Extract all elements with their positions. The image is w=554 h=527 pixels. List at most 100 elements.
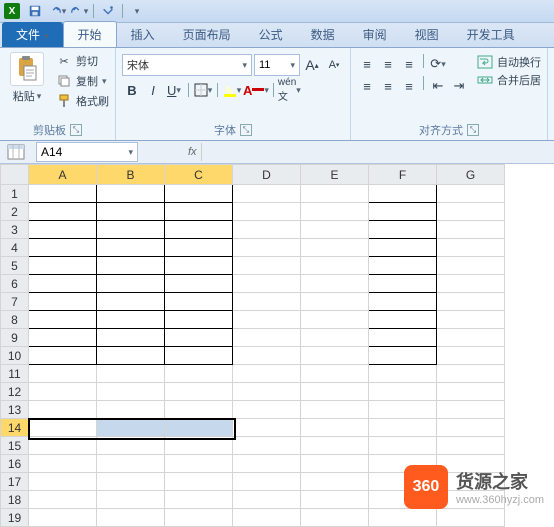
format-painter-button[interactable]: 格式刷	[54, 92, 111, 110]
qat-tool-icon[interactable]	[98, 2, 118, 20]
cell-B16[interactable]	[97, 455, 165, 473]
cell-B1[interactable]	[97, 185, 165, 203]
name-box[interactable]: A14▾	[36, 142, 138, 162]
cell-E14[interactable]	[301, 419, 369, 437]
paste-button[interactable]: 粘贴▾	[4, 50, 50, 106]
row-header-1[interactable]: 1	[1, 185, 29, 203]
cell-C10[interactable]	[165, 347, 233, 365]
cell-E11[interactable]	[301, 365, 369, 383]
cell-B9[interactable]	[97, 329, 165, 347]
cell-D10[interactable]	[233, 347, 301, 365]
cell-F10[interactable]	[369, 347, 437, 365]
cell-G1[interactable]	[437, 185, 505, 203]
cell-A19[interactable]	[29, 509, 97, 527]
cell-D8[interactable]	[233, 311, 301, 329]
align-left-button[interactable]: ≡	[357, 76, 377, 96]
cell-A17[interactable]	[29, 473, 97, 491]
cell-C17[interactable]	[165, 473, 233, 491]
cell-A13[interactable]	[29, 401, 97, 419]
cell-G2[interactable]	[437, 203, 505, 221]
cell-E3[interactable]	[301, 221, 369, 239]
align-bottom-button[interactable]: ≡	[399, 54, 419, 74]
cell-C3[interactable]	[165, 221, 233, 239]
cell-E4[interactable]	[301, 239, 369, 257]
align-launcher[interactable]: ⤡	[467, 124, 479, 136]
row-header-16[interactable]: 16	[1, 455, 29, 473]
cell-F3[interactable]	[369, 221, 437, 239]
cell-C13[interactable]	[165, 401, 233, 419]
cell-E10[interactable]	[301, 347, 369, 365]
underline-button[interactable]: U▾	[164, 80, 184, 100]
tab-data[interactable]: 数据	[297, 22, 349, 47]
copy-button[interactable]: 复制▾	[54, 72, 111, 90]
cell-G6[interactable]	[437, 275, 505, 293]
cell-B10[interactable]	[97, 347, 165, 365]
font-size-select[interactable]: 11▾	[254, 54, 300, 76]
fx-icon[interactable]: fx	[188, 146, 197, 158]
cell-F5[interactable]	[369, 257, 437, 275]
cell-E5[interactable]	[301, 257, 369, 275]
redo-button[interactable]: ▾	[69, 2, 89, 20]
tab-developer[interactable]: 开发工具	[453, 22, 529, 47]
tab-home[interactable]: 开始	[63, 21, 117, 47]
cell-C9[interactable]	[165, 329, 233, 347]
cell-C16[interactable]	[165, 455, 233, 473]
cell-C7[interactable]	[165, 293, 233, 311]
row-header-19[interactable]: 19	[1, 509, 29, 527]
undo-button[interactable]: ▾	[47, 2, 67, 20]
row-header-2[interactable]: 2	[1, 203, 29, 221]
cell-D6[interactable]	[233, 275, 301, 293]
row-header-17[interactable]: 17	[1, 473, 29, 491]
cell-C2[interactable]	[165, 203, 233, 221]
cell-F8[interactable]	[369, 311, 437, 329]
cell-E18[interactable]	[301, 491, 369, 509]
font-name-select[interactable]: 宋体▾	[122, 54, 252, 76]
decrease-indent-button[interactable]: ⇤	[428, 76, 448, 96]
save-button[interactable]	[25, 2, 45, 20]
row-header-4[interactable]: 4	[1, 239, 29, 257]
tab-review[interactable]: 审阅	[349, 22, 401, 47]
col-header-C[interactable]: C	[165, 165, 233, 185]
row-header-8[interactable]: 8	[1, 311, 29, 329]
select-all-corner[interactable]	[1, 165, 29, 185]
tab-layout[interactable]: 页面布局	[169, 22, 245, 47]
tab-formulas[interactable]: 公式	[245, 22, 297, 47]
cell-A16[interactable]	[29, 455, 97, 473]
cell-E13[interactable]	[301, 401, 369, 419]
cell-B15[interactable]	[97, 437, 165, 455]
cell-C14[interactable]	[165, 419, 233, 437]
row-header-14[interactable]: 14	[1, 419, 29, 437]
cell-B11[interactable]	[97, 365, 165, 383]
cell-G8[interactable]	[437, 311, 505, 329]
row-header-18[interactable]: 18	[1, 491, 29, 509]
row-header-5[interactable]: 5	[1, 257, 29, 275]
cell-C18[interactable]	[165, 491, 233, 509]
cell-B7[interactable]	[97, 293, 165, 311]
cell-E6[interactable]	[301, 275, 369, 293]
cell-E17[interactable]	[301, 473, 369, 491]
tab-insert[interactable]: 插入	[117, 22, 169, 47]
cell-B12[interactable]	[97, 383, 165, 401]
cell-D16[interactable]	[233, 455, 301, 473]
font-launcher[interactable]: ⤡	[240, 124, 252, 136]
cell-F1[interactable]	[369, 185, 437, 203]
cell-E12[interactable]	[301, 383, 369, 401]
col-header-A[interactable]: A	[29, 165, 97, 185]
cell-G11[interactable]	[437, 365, 505, 383]
cell-B17[interactable]	[97, 473, 165, 491]
cell-E2[interactable]	[301, 203, 369, 221]
cell-D2[interactable]	[233, 203, 301, 221]
cell-E15[interactable]	[301, 437, 369, 455]
worksheet-grid[interactable]: ABCDEFG12345678910111213141516171819 360…	[0, 164, 554, 527]
cell-C15[interactable]	[165, 437, 233, 455]
col-header-B[interactable]: B	[97, 165, 165, 185]
cell-D5[interactable]	[233, 257, 301, 275]
align-top-button[interactable]: ≡	[357, 54, 377, 74]
row-header-12[interactable]: 12	[1, 383, 29, 401]
align-middle-button[interactable]: ≡	[378, 54, 398, 74]
cell-G13[interactable]	[437, 401, 505, 419]
cell-F6[interactable]	[369, 275, 437, 293]
align-right-button[interactable]: ≡	[399, 76, 419, 96]
cell-B18[interactable]	[97, 491, 165, 509]
cell-E7[interactable]	[301, 293, 369, 311]
